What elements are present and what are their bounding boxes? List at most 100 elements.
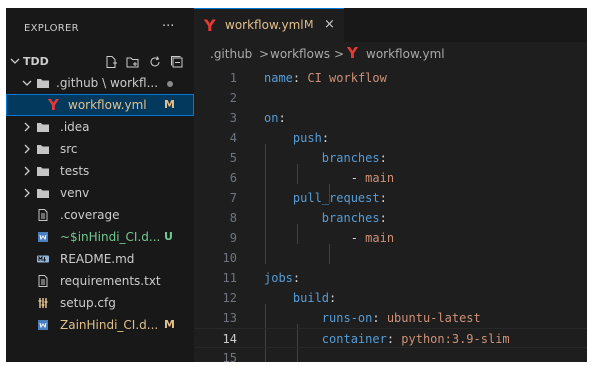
tree-item-temp-doc-file[interactable]: ~$inHindi_CI.d... U [6,226,194,248]
close-icon[interactable]: × [324,17,335,32]
explorer-title: EXPLORER [24,23,79,34]
code-editor[interactable]: 1 name: CI workflow 2 3 on: 4 push: 5 branches… [194,68,587,362]
tree-item-label: workflow.yml [68,98,147,112]
tree-item-label: .idea [60,120,90,134]
code-line[interactable]: 13 runs-on: ubuntu-latest [194,308,587,328]
git-status-badge: M [164,318,175,331]
tab-workflow-yml[interactable]: Y workflow.yml M × [194,8,344,42]
line-number: 5 [229,151,237,165]
yaml-icon: Y [347,44,358,62]
tree-item-label: setup.cfg [60,296,116,310]
tab-modified-badge: M [304,18,314,31]
tree-item-label: ~$inHindi_CI.d... [60,230,160,244]
vscode-window: EXPLORER ··· TDD .github \ workfl... Y w… [6,8,587,362]
code-text: name: CI workflow [264,71,387,85]
modified-dot-icon [167,81,173,87]
markdown-icon [37,255,49,263]
file-lines-icon [38,275,48,287]
git-status-badge: U [164,230,173,243]
chevron-down-icon [10,58,20,64]
tree-item-idea-folder[interactable]: .idea [6,116,194,138]
code-text: - main [350,171,395,185]
tree-item-label: src [60,142,78,156]
code-line[interactable]: 3 on: [194,108,587,128]
tree-item-src-folder[interactable]: src [6,138,194,160]
yaml-icon: Y [204,16,216,35]
line-number: 1 [229,71,237,85]
settings-file-icon [38,298,48,308]
line-number: 3 [229,111,237,125]
collapse-all-icon[interactable] [170,55,184,69]
file-lines-icon [38,209,48,221]
tree-item-venv-folder[interactable]: venv [6,182,194,204]
code-line[interactable]: 4 push: [194,128,587,148]
line-number: 12 [222,291,237,305]
code-line[interactable]: 7 pull_request: [194,188,587,208]
new-file-icon[interactable] [104,55,118,69]
code-text: - main [350,231,395,245]
tree-item-readme-file[interactable]: README.md [6,248,194,270]
tree-item-label: .github \ workfl... [56,76,159,90]
tree-item-zainhindi-doc-file[interactable]: ZainHindi_CI.d... M [6,314,194,336]
line-number: 15 [222,351,237,362]
breadcrumb: .github > workflows > Y workflow.yml [194,42,587,64]
folder-icon [37,145,49,154]
tree-item-github-folder[interactable]: .github \ workfl... [6,72,194,94]
chevron-right-icon [24,144,30,154]
code-line[interactable]: 14 container: python:3.9-slim [194,328,587,348]
tree-item-tests-folder[interactable]: tests [6,160,194,182]
code-line[interactable]: 1 name: CI workflow [194,68,587,88]
code-line[interactable]: 10 [194,248,587,268]
code-text: branches: [321,211,387,225]
code-line[interactable]: 8 branches: [194,208,587,228]
project-root[interactable]: TDD [6,52,194,73]
chevron-right-icon [24,122,30,132]
line-number: 11 [222,271,237,285]
code-text: build: [292,291,337,305]
code-line[interactable]: 11 jobs: [194,268,587,288]
line-number: 13 [222,311,237,325]
explorer-sidebar: EXPLORER ··· TDD .github \ workfl... Y w… [6,8,194,362]
folder-icon [37,123,49,132]
code-line[interactable]: 5 branches: [194,148,587,168]
more-actions-icon[interactable]: ··· [162,19,174,34]
word-doc-icon [38,232,48,242]
code-line[interactable]: 12 build: [194,288,587,308]
editor-tab-bar: Y workflow.yml M × [194,8,587,42]
tree-item-setup-cfg-file[interactable]: setup.cfg [6,292,194,314]
tree-item-label: ZainHindi_CI.d... [60,318,159,332]
code-line[interactable]: 2 [194,88,587,108]
code-line[interactable]: 6 - main [194,168,587,188]
git-status-badge: M [164,98,175,111]
code-text: push: [292,131,330,145]
new-folder-icon[interactable] [126,55,140,69]
tree-item-label: tests [60,164,90,178]
tab-label: workflow.yml [225,18,304,32]
line-number: 6 [229,171,237,185]
code-text: runs-on: ubuntu-latest [321,311,481,325]
folder-icon [37,79,49,88]
breadcrumb-item-github[interactable]: .github [210,47,252,61]
refresh-icon[interactable] [148,55,162,69]
tree-item-requirements-file[interactable]: requirements.txt [6,270,194,292]
code-line[interactable]: 15 [194,348,587,362]
breadcrumb-item-workflows[interactable]: workflows [270,47,330,61]
code-text: on: [264,111,286,125]
line-number: 9 [229,231,237,245]
line-number: 7 [229,191,237,205]
breadcrumb-item-workflow-yml[interactable]: workflow.yml [366,47,445,61]
line-number: 10 [222,251,237,265]
folder-icon [37,167,49,176]
yaml-icon: Y [48,96,59,114]
code-text: jobs: [264,271,301,285]
chevron-right-icon [24,166,30,176]
chevron-right-icon [24,188,30,198]
line-number: 4 [229,131,237,145]
project-name: TDD [23,55,49,68]
tree-item-workflow-yml[interactable]: Y workflow.yml M [6,94,194,116]
tree-item-label: venv [60,186,90,200]
tree-item-coverage-file[interactable]: .coverage [6,204,194,226]
tree-item-label: requirements.txt [60,274,161,288]
tree-item-label: .coverage [60,208,120,222]
code-line[interactable]: 9 - main [194,228,587,248]
